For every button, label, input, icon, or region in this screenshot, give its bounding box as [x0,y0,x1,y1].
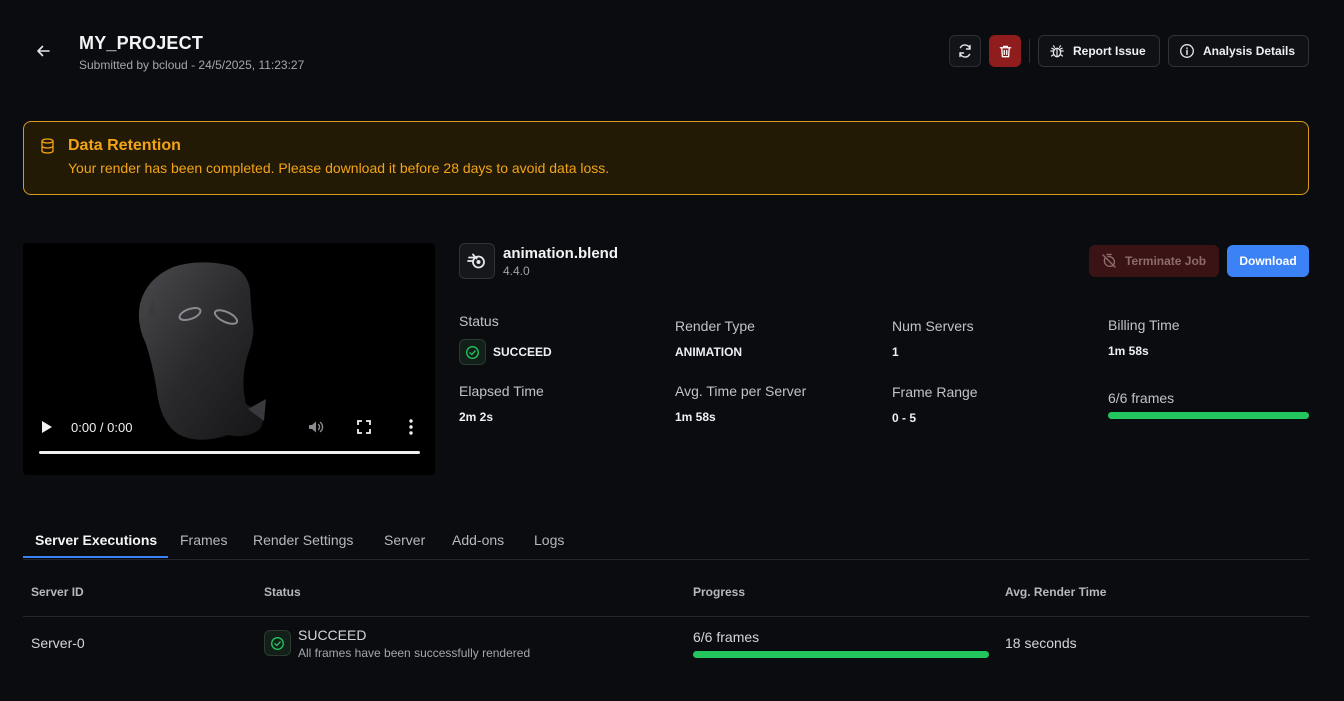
row-progress-bar [693,651,989,658]
row-progress-label: 6/6 frames [693,629,760,645]
video-player[interactable]: 0:00 / 0:00 [23,243,435,475]
frames-progress-bar [1108,412,1309,419]
arrow-left-icon [37,45,50,57]
file-version: 4.4.0 [503,264,530,278]
refresh-button[interactable] [949,35,981,67]
report-issue-button[interactable]: Report Issue [1038,35,1160,67]
row-progress-track [693,651,989,658]
check-circle-icon [466,345,479,359]
banner-title: Data Retention [68,137,181,154]
banner-message: Your render has been completed. Please d… [68,160,610,176]
file-name: animation.blend [503,245,619,262]
column-header-status: Status [264,585,301,599]
header-divider [1029,39,1030,63]
column-header-server-id: Server ID [31,585,84,599]
delete-button[interactable] [989,35,1021,67]
tab-logs[interactable]: Logs [534,532,564,548]
render-type-value: ANIMATION [675,345,743,359]
tab-render-settings[interactable]: Render Settings [253,532,353,548]
blender-file-icon [459,243,495,279]
terminate-job-button[interactable]: Terminate Job [1089,245,1219,277]
back-button[interactable] [32,40,54,62]
info-icon [1180,44,1194,58]
column-header-progress: Progress [693,585,746,599]
table-header-divider [23,616,1309,617]
elapsed-time-value: 2m 2s [459,410,494,424]
row-status-detail: All frames have been successfully render… [298,646,531,660]
video-time: 0:00 / 0:00 [71,420,133,435]
fullscreen-icon[interactable] [356,419,372,435]
database-icon [40,138,55,159]
tab-frames[interactable]: Frames [180,532,227,548]
analysis-details-label: Analysis Details [1203,44,1296,58]
status-value: SUCCEED [493,345,552,359]
column-header-avg-render-time: Avg. Render Time [1005,585,1107,599]
page-subtitle: Submitted by bcloud - 24/5/2025, 11:23:2… [79,58,305,72]
active-tab-indicator [23,556,168,558]
tab-server-executions[interactable]: Server Executions [35,532,157,548]
frame-range-value: 0 - 5 [892,411,917,425]
more-options-icon[interactable] [407,418,415,436]
render-preview [138,262,266,440]
page-title: MY_PROJECT [79,33,204,53]
refresh-icon [959,44,971,58]
frames-progress-label: 6/6 frames [1108,390,1175,406]
avg-time-label: Avg. Time per Server [675,383,807,399]
num-servers-value: 1 [892,345,899,359]
tab-server[interactable]: Server [384,532,425,548]
server-id-cell: Server-0 [31,635,85,651]
volume-icon[interactable] [307,418,325,436]
terminate-job-label: Terminate Job [1125,254,1207,268]
billing-time-label: Billing Time [1108,317,1180,333]
video-seek-bar[interactable] [39,451,420,454]
status-label: Status [459,313,499,329]
report-issue-label: Report Issue [1073,44,1146,58]
avg-render-time-cell: 18 seconds [1005,635,1077,651]
num-servers-label: Num Servers [892,318,974,334]
elapsed-time-label: Elapsed Time [459,383,544,399]
data-retention-banner [23,121,1309,195]
render-type-label: Render Type [675,318,755,334]
avg-time-value: 1m 58s [675,410,716,424]
check-circle-icon [271,636,284,650]
row-status-chip [264,630,291,656]
download-button[interactable]: Download [1227,245,1309,277]
play-icon[interactable] [40,419,54,435]
trash-icon [999,45,1011,57]
timer-off-icon [1102,253,1116,268]
tab-add-ons[interactable]: Add-ons [452,532,504,548]
bug-icon [1050,45,1064,58]
row-status-value: SUCCEED [298,627,367,643]
frame-range-label: Frame Range [892,384,978,400]
status-chip [459,339,486,365]
analysis-details-button[interactable]: Analysis Details [1168,35,1309,67]
frames-progress-track [1108,412,1309,419]
billing-time-value: 1m 58s [1108,344,1149,358]
tabs-divider [23,559,1309,560]
